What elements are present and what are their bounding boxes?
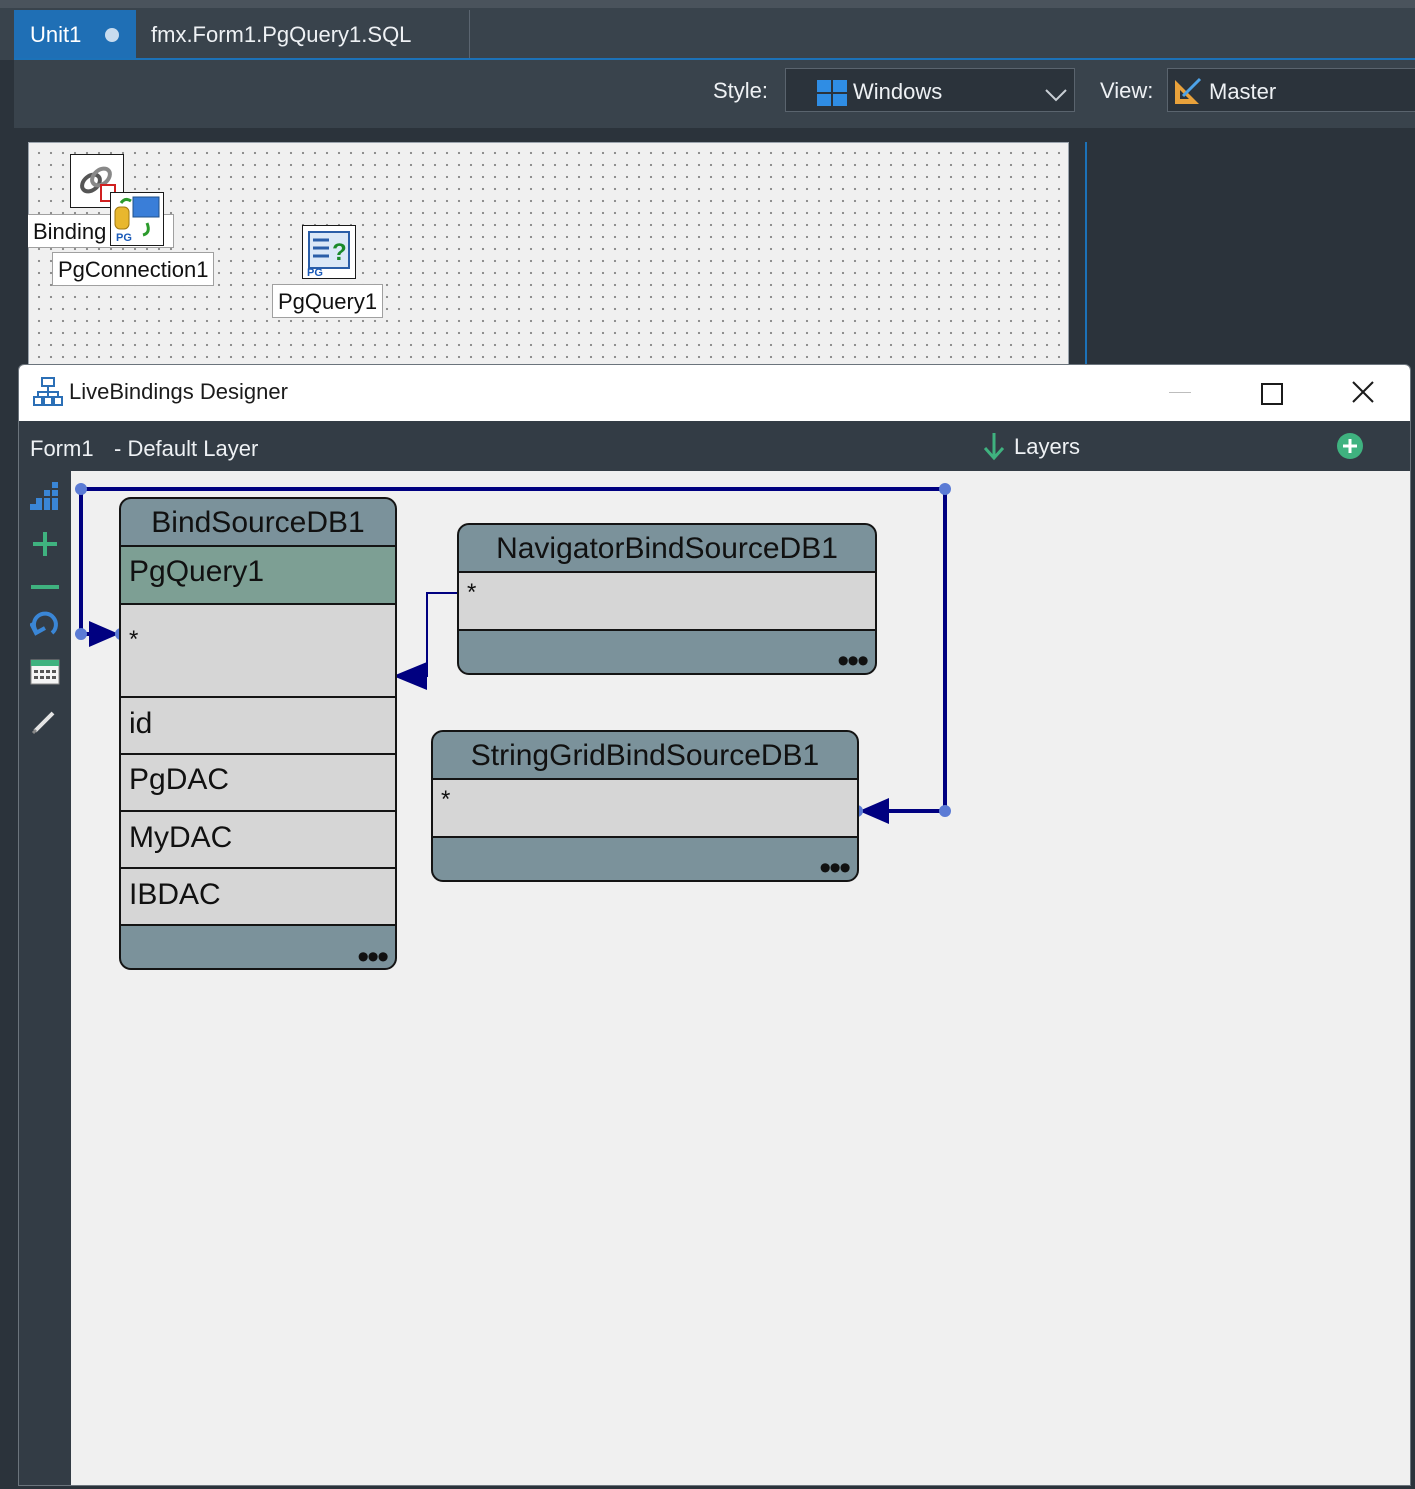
pgquery1-label: PgQuery1 [272,284,384,318]
maximize-icon[interactable] [1261,383,1283,405]
navigator-bindsource-footer: ••• [459,629,875,673]
style-label: Style: [713,78,769,103]
stringgrid-bindsource-title: StringGridBindSourceDB1 [470,739,820,772]
chevron-down-icon [1044,83,1068,109]
windows-logo-icon [817,80,847,106]
layer-header: Form1 - Default Layer Layers [19,421,1410,471]
field-id-row[interactable]: id [121,696,395,753]
undo-icon[interactable] [29,611,60,644]
view-label: View: [1100,78,1154,103]
livebindings-designer-window: LiveBindings Designer Form1 - Default La… [18,364,1411,1486]
close-icon[interactable] [1352,381,1374,408]
svg-text:PG: PG [307,267,323,278]
arrange-icon[interactable] [30,480,60,515]
bindsource-db1-footer: ••• [121,924,395,968]
tab-unit1-label: Unit1 [30,22,82,47]
pg-query-component[interactable]: ? PG [302,225,356,279]
add-icon[interactable] [31,530,59,563]
more-icon[interactable]: ••• [357,940,389,968]
tab-unit1[interactable]: Unit1 [14,10,136,58]
pg-connection-component[interactable]: PG [110,192,164,246]
bindsource-db1-box[interactable]: BindSourceDB1 PgQuery1 * id PgDAC MyDAC … [119,497,397,970]
field-all-row[interactable]: * [121,603,395,696]
link-navigator-to-bindsource[interactable] [393,592,457,690]
layers-button[interactable]: Layers [1014,434,1080,460]
svg-text:?: ? [332,239,347,266]
stringgrid-bindsource-footer: ••• [433,836,857,880]
pgconnection1-label: PgConnection1 [52,252,215,286]
tab-pgquery-sql[interactable]: fmx.Form1.PgQuery1.SQL [136,10,470,58]
bindings-canvas[interactable]: BindSourceDB1 PgQuery1 * id PgDAC MyDAC … [71,471,1410,1485]
view-dropdown[interactable]: Master [1167,68,1415,112]
svg-text:PG: PG [116,232,132,244]
style-dropdown[interactable]: Windows [785,68,1075,112]
pg-connection-icon: PG [114,196,160,244]
remove-icon[interactable] [31,585,59,589]
style-value: Windows [853,79,943,104]
stringgrid-field-all-row[interactable]: * [433,778,857,836]
more-icon[interactable]: ••• [837,644,869,673]
field-mydac-row[interactable]: MyDAC [121,810,395,867]
window-titlebar[interactable]: LiveBindings Designer [19,365,1410,421]
grid-icon[interactable] [30,659,60,690]
field-ibdac-row[interactable]: IBDAC [121,867,395,924]
designer-splitter[interactable] [1085,142,1087,368]
view-value: Master [1209,79,1277,104]
master-view-icon [1173,76,1203,106]
navigator-bindsource-box[interactable]: NavigatorBindSourceDB1 * ••• [457,523,877,675]
form-name: Form1 [30,436,94,461]
tab-pgquery-sql-label: fmx.Form1.PgQuery1.SQL [151,22,412,47]
add-layer-icon[interactable] [1336,432,1364,465]
bindsource-dataset-row[interactable]: PgQuery1 [121,545,395,603]
pg-query-icon: ? PG [307,231,350,279]
livebindings-icon [33,377,63,412]
field-pgdac-row[interactable]: PgDAC [121,753,395,810]
designer-sidebar [19,471,71,1485]
more-icon[interactable]: ••• [819,851,851,880]
stringgrid-bindsource-box[interactable]: StringGridBindSourceDB1 * ••• [431,730,859,882]
navigator-bindsource-title: NavigatorBindSourceDB1 [496,532,838,565]
edit-icon[interactable] [31,707,59,740]
window-top-edge [0,0,1415,8]
window-title: LiveBindings Designer [69,379,288,404]
minimize-icon[interactable] [1169,392,1191,393]
modified-dot-icon [105,28,119,42]
arrow-down-icon[interactable] [983,431,1005,466]
navigator-field-all-row[interactable]: * [459,571,875,629]
bindsource-db1-title: BindSourceDB1 [151,506,365,539]
layer-name: - Default Layer [114,436,259,461]
